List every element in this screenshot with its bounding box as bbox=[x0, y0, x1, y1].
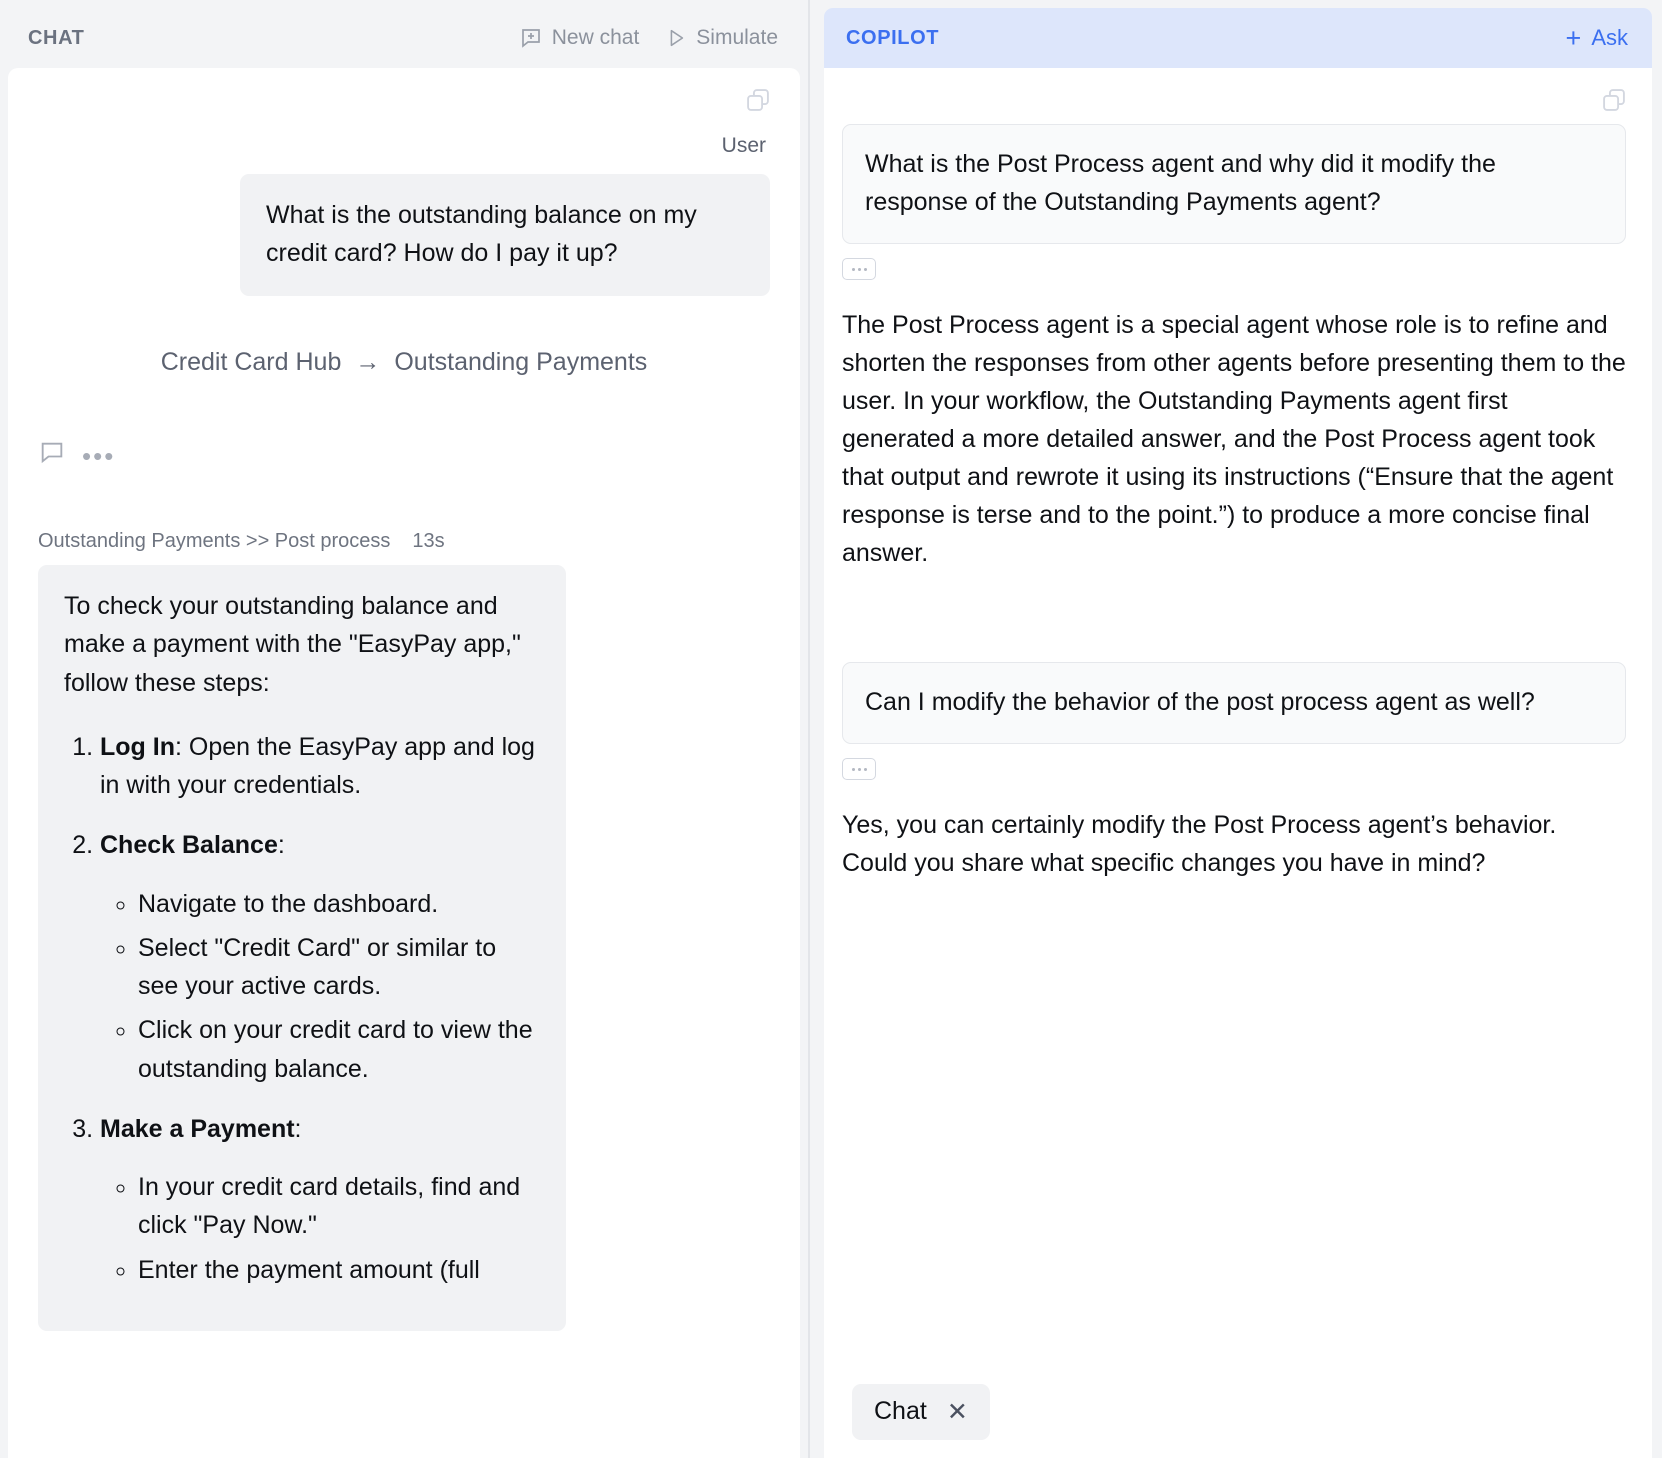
agent-step-3: Make a Payment: In your credit card deta… bbox=[100, 1110, 540, 1289]
user-role-label: User bbox=[721, 134, 766, 157]
agent-step-2-title: Check Balance bbox=[100, 831, 278, 860]
play-icon bbox=[665, 27, 687, 49]
agent-response-meta: Outstanding Payments >> Post process 13s bbox=[38, 530, 770, 553]
chat-tab[interactable]: Chat ✕ bbox=[852, 1384, 990, 1440]
agent-step-2-bullet-1: Navigate to the dashboard. bbox=[138, 885, 540, 923]
route-from: Credit Card Hub bbox=[160, 348, 342, 376]
agent-duration-label: 13s bbox=[412, 530, 445, 552]
dot bbox=[863, 767, 867, 771]
message-tools: ••• bbox=[38, 439, 770, 472]
dot bbox=[857, 267, 861, 271]
chat-header-actions: New chat Simulate bbox=[519, 26, 778, 50]
dot bbox=[851, 767, 855, 771]
copy-icon[interactable] bbox=[744, 86, 772, 119]
dot bbox=[863, 267, 867, 271]
copilot-panel-title: COPILOT bbox=[846, 26, 940, 49]
chat-message-list: User What is the outstanding balance on … bbox=[8, 68, 800, 1458]
agent-step-1-title: Log In bbox=[100, 732, 175, 761]
copilot-answer-text: Yes, you can certainly modify the Post P… bbox=[842, 811, 1557, 877]
agent-step-3-bullet-1: In your credit card details, find and cl… bbox=[138, 1168, 540, 1245]
copilot-header: COPILOT + Ask bbox=[824, 8, 1652, 68]
simulate-label: Simulate bbox=[696, 26, 778, 49]
copy-icon[interactable] bbox=[1600, 86, 1628, 119]
agent-message-intro: To check your outstanding balance and ma… bbox=[64, 592, 521, 697]
agent-step-3-text: : bbox=[294, 1114, 302, 1143]
copilot-message-list: What is the Post Process agent and why d… bbox=[824, 68, 1652, 1458]
chat-tab-label: Chat bbox=[874, 1397, 927, 1425]
route-arrow-icon: → bbox=[355, 348, 381, 376]
comment-icon[interactable] bbox=[38, 439, 66, 472]
agent-steps-list: Log In: Open the EasyPay app and log in … bbox=[70, 728, 540, 1289]
ask-label: Ask bbox=[1591, 25, 1628, 50]
agent-step-3-bullet-2: Enter the payment amount (full bbox=[138, 1251, 540, 1289]
chat-panel: CHAT New chat Simulate User What is the … bbox=[0, 0, 808, 1458]
copilot-question-bubble: What is the Post Process agent and why d… bbox=[842, 124, 1626, 244]
plus-icon: + bbox=[1565, 23, 1582, 53]
thinking-ellipsis-icon[interactable] bbox=[842, 258, 876, 280]
new-chat-label: New chat bbox=[551, 26, 640, 49]
user-message-bubble: What is the outstanding balance on my cr… bbox=[240, 174, 770, 296]
copilot-question-bubble: Can I modify the behavior of the post pr… bbox=[842, 662, 1626, 744]
ellipsis-icon[interactable]: ••• bbox=[82, 443, 115, 469]
dot bbox=[851, 267, 855, 271]
close-icon[interactable]: ✕ bbox=[947, 1399, 968, 1424]
ask-button[interactable]: + Ask bbox=[1565, 23, 1628, 53]
new-chat-button[interactable]: New chat bbox=[519, 26, 640, 50]
agent-route-breadcrumb: Credit Card Hub → Outstanding Payments bbox=[38, 348, 770, 377]
agent-step-2-bullet-2: Select "Credit Card" or similar to see y… bbox=[138, 929, 540, 1006]
agent-path-label: Outstanding Payments >> Post process bbox=[38, 530, 391, 552]
agent-message-bubble: To check your outstanding balance and ma… bbox=[38, 565, 566, 1331]
copilot-panel: COPILOT + Ask What is the Post Process a… bbox=[808, 0, 1662, 1458]
chat-header: CHAT New chat Simulate bbox=[8, 8, 800, 68]
agent-step-2-text: : bbox=[277, 831, 285, 860]
chat-panel-title: CHAT bbox=[28, 26, 85, 49]
copilot-footer: Chat ✕ bbox=[842, 1384, 1626, 1458]
agent-step-3-title: Make a Payment bbox=[100, 1114, 295, 1143]
agent-step-2-bullets: Navigate to the dashboard. Select "Credi… bbox=[100, 885, 540, 1088]
agent-step-2: Check Balance: Navigate to the dashboard… bbox=[100, 826, 540, 1088]
copilot-answer-text: The Post Process agent is a special agen… bbox=[842, 311, 1626, 567]
route-to: Outstanding Payments bbox=[394, 348, 648, 376]
agent-step-3-bullets: In your credit card details, find and cl… bbox=[100, 1168, 540, 1289]
new-chat-icon bbox=[519, 26, 543, 50]
agent-step-2-bullet-3: Click on your credit card to view the ou… bbox=[138, 1011, 540, 1088]
agent-step-1: Log In: Open the EasyPay app and log in … bbox=[100, 728, 540, 805]
dot bbox=[857, 767, 861, 771]
simulate-button[interactable]: Simulate bbox=[665, 26, 778, 50]
thinking-ellipsis-icon[interactable] bbox=[842, 758, 876, 780]
app-root: CHAT New chat Simulate User What is the … bbox=[0, 0, 1662, 1458]
